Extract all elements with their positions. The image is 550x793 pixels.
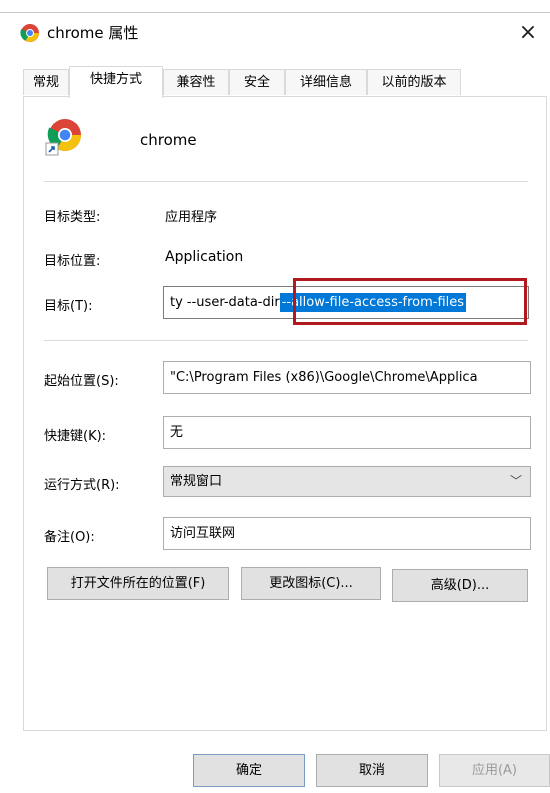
app-name: chrome: [140, 131, 197, 149]
tab-security[interactable]: 安全: [229, 69, 285, 95]
window-title: chrome 属性: [47, 24, 139, 42]
start-in-input[interactable]: "C:\Program Files (x86)\Google\Chrome\Ap…: [163, 361, 531, 394]
target-type-value: 应用程序: [165, 210, 218, 225]
title-bar: chrome 属性 ×: [0, 13, 550, 53]
close-button[interactable]: ×: [506, 13, 550, 53]
target-type-label: 目标类型:: [44, 210, 101, 225]
target-location-label: 目标位置:: [44, 254, 101, 269]
comment-label: 备注(O):: [44, 530, 95, 545]
comment-input[interactable]: 访问互联网: [163, 517, 531, 550]
tab-compatibility[interactable]: 兼容性: [163, 69, 229, 95]
separator: [44, 181, 528, 182]
target-text: ty --user-data-dir: [170, 295, 280, 310]
tab-general[interactable]: 常规: [23, 69, 69, 95]
advanced-button[interactable]: 高级(D)...: [392, 569, 528, 602]
run-dropdown[interactable]: 常规窗口 ﹀: [163, 466, 531, 497]
shortcut-key-label: 快捷键(K):: [44, 429, 107, 444]
target-location-value: Application: [165, 249, 244, 265]
tab-previous-versions[interactable]: 以前的版本: [367, 69, 461, 95]
target-input[interactable]: ty --user-data-dir --allow-file-access-fr…: [163, 286, 529, 319]
tab-details[interactable]: 详细信息: [285, 69, 367, 95]
separator: [44, 340, 528, 341]
run-dropdown-value: 常规窗口: [170, 474, 223, 489]
chrome-icon: [20, 24, 39, 42]
cancel-button[interactable]: 取消: [316, 754, 428, 787]
start-in-label: 起始位置(S):: [44, 374, 119, 389]
tab-shortcut[interactable]: 快捷方式: [69, 66, 163, 98]
target-label: 目标(T):: [44, 299, 93, 314]
open-file-location-button[interactable]: 打开文件所在的位置(F): [47, 567, 229, 600]
target-selected-text: --allow-file-access-from-files: [279, 293, 467, 312]
ok-button[interactable]: 确定: [193, 754, 305, 787]
chrome-shortcut-icon: [45, 119, 81, 156]
chevron-down-icon: ﹀: [509, 474, 522, 488]
apply-button[interactable]: 应用(A): [439, 754, 550, 787]
change-icon-button[interactable]: 更改图标(C)...: [241, 567, 381, 600]
run-label: 运行方式(R):: [44, 478, 120, 493]
shortcut-key-input[interactable]: 无: [163, 416, 531, 449]
tab-panel: [23, 96, 547, 731]
